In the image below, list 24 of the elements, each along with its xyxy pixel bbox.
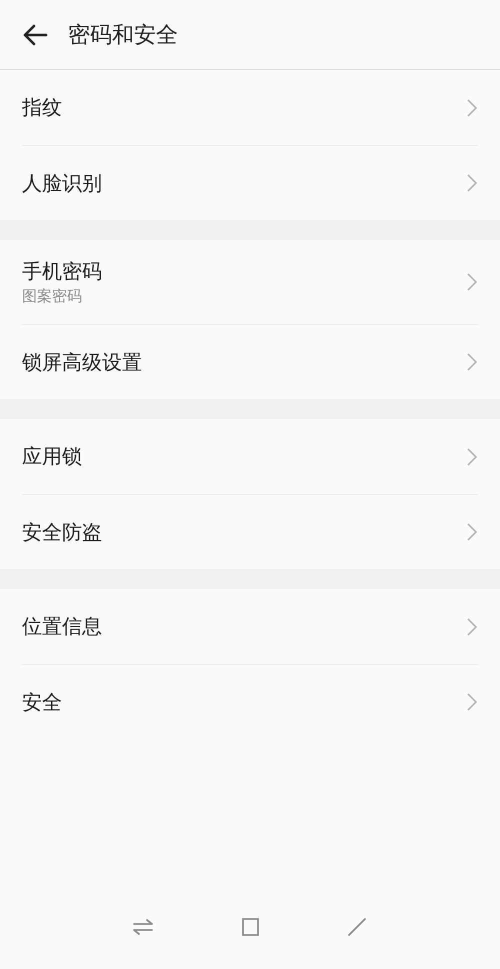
page-title: 密码和安全 [68,22,178,50]
item-label: 安全防盗 [22,518,102,546]
chevron-right-icon [466,446,478,466]
settings-item[interactable]: 位置信息 [22,589,478,664]
chevron-right-icon [466,692,478,712]
chevron-right-icon [466,616,478,636]
item-label: 指纹 [22,94,62,121]
item-label: 手机密码 [22,258,102,285]
item-label: 安全 [22,688,62,716]
chevron-right-icon [466,173,478,193]
item-label: 位置信息 [22,613,102,640]
chevron-right-icon [466,98,478,118]
chevron-right-icon [466,272,478,292]
settings-item[interactable]: 应用锁 [22,419,478,494]
chevron-right-icon [466,352,478,372]
settings-item[interactable]: 指纹 [22,70,478,145]
item-label: 人脸识别 [22,170,102,196]
back-button[interactable] [22,22,48,48]
settings-item[interactable]: 手机密码 图案密码 [22,240,478,324]
chevron-right-icon [466,522,478,542]
settings-item[interactable]: 安全 [22,664,478,739]
item-label: 应用锁 [22,443,82,470]
item-label: 锁屏高级设置 [22,348,142,376]
item-subtitle: 图案密码 [22,287,83,306]
